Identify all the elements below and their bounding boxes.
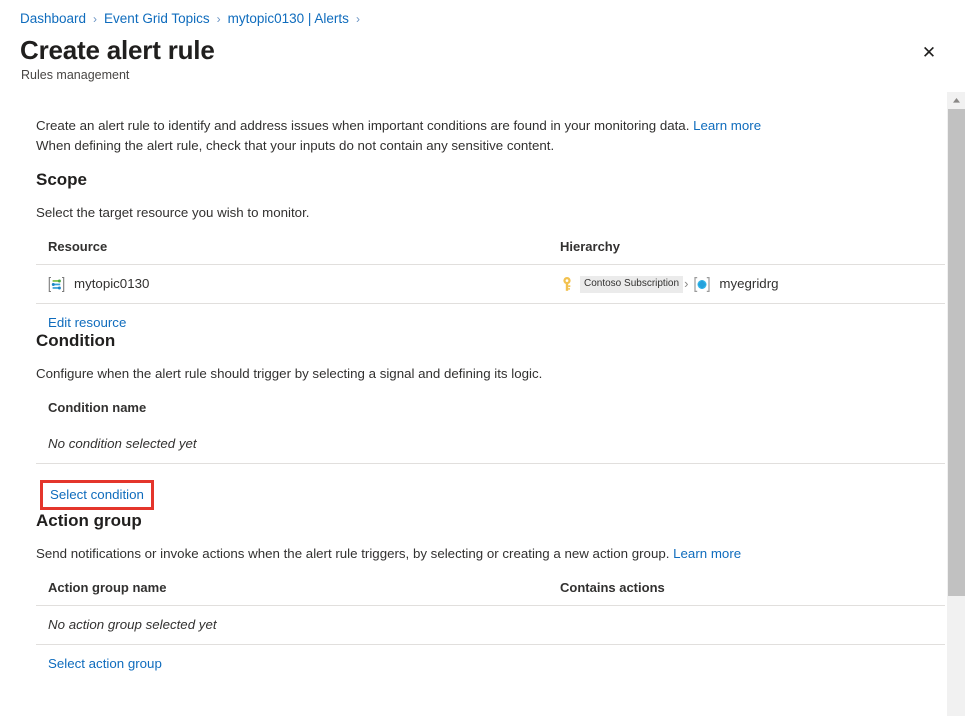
resource-group-name: myegridrg bbox=[719, 274, 778, 294]
action-group-empty-value: No action group selected yet bbox=[48, 617, 217, 632]
scope-hierarchy-cell: Contoso Subscription › myegridrg bbox=[548, 265, 945, 304]
breadcrumb-item-event-grid-topics[interactable]: Event Grid Topics bbox=[104, 10, 210, 28]
scope-resource-cell: mytopic0130 bbox=[36, 265, 548, 304]
subscription-name: Contoso Subscription bbox=[580, 276, 683, 293]
page-title: Create alert rule bbox=[20, 33, 215, 67]
action-group-description-text: Send notifications or invoke actions whe… bbox=[36, 546, 673, 561]
condition-heading: Condition bbox=[36, 330, 945, 352]
scroll-up-arrow-icon[interactable] bbox=[948, 92, 965, 109]
condition-table: Condition name No condition selected yet bbox=[36, 399, 945, 464]
intro-line-2: When defining the alert rule, check that… bbox=[36, 136, 796, 156]
breadcrumb-separator: › bbox=[93, 10, 97, 28]
table-row: No action group selected yet bbox=[36, 606, 945, 645]
action-group-table-header-row: Action group name Contains actions bbox=[36, 579, 945, 606]
condition-empty-value: No condition selected yet bbox=[48, 436, 197, 451]
select-condition-link[interactable]: Select condition bbox=[50, 487, 144, 502]
edit-resource-link[interactable]: Edit resource bbox=[48, 315, 126, 330]
breadcrumb-item-mytopic-alerts[interactable]: mytopic0130 | Alerts bbox=[228, 10, 349, 28]
condition-description: Configure when the alert rule should tri… bbox=[36, 364, 945, 383]
condition-empty-cell: No condition selected yet bbox=[36, 425, 945, 464]
intro-line-1: Create an alert rule to identify and add… bbox=[36, 118, 693, 133]
table-row[interactable]: mytopic0130 bbox=[36, 265, 945, 304]
action-group-empty-cell: No action group selected yet bbox=[36, 606, 548, 645]
action-group-description: Send notifications or invoke actions whe… bbox=[36, 544, 945, 563]
scope-resource-name: mytopic0130 bbox=[74, 274, 149, 294]
breadcrumb-item-dashboard[interactable]: Dashboard bbox=[20, 10, 86, 28]
select-action-group-link[interactable]: Select action group bbox=[48, 656, 162, 671]
action-group-contains-cell bbox=[548, 606, 945, 645]
scope-table-header-row: Resource Hierarchy bbox=[36, 238, 945, 265]
vertical-scrollbar[interactable] bbox=[947, 92, 965, 716]
scrollbar-thumb[interactable] bbox=[948, 109, 965, 596]
action-group-learn-more-link[interactable]: Learn more bbox=[673, 546, 741, 561]
column-header-hierarchy: Hierarchy bbox=[548, 238, 945, 265]
column-header-action-group-name: Action group name bbox=[36, 579, 548, 606]
table-row: No condition selected yet bbox=[36, 425, 945, 464]
main-content: Create an alert rule to identify and add… bbox=[0, 92, 945, 716]
condition-actions: Select condition bbox=[36, 464, 945, 510]
scope-table: Resource Hierarchy bbox=[36, 238, 945, 304]
condition-table-header-row: Condition name bbox=[36, 399, 945, 425]
scope-description: Select the target resource you wish to m… bbox=[36, 203, 945, 222]
action-group-actions: Select action group bbox=[36, 645, 945, 671]
intro-learn-more-link[interactable]: Learn more bbox=[693, 118, 761, 133]
column-header-contains-actions: Contains actions bbox=[548, 579, 945, 606]
action-group-heading: Action group bbox=[36, 510, 945, 532]
hierarchy-separator: › bbox=[684, 274, 688, 294]
breadcrumb-separator: › bbox=[217, 10, 221, 28]
event-grid-topic-icon bbox=[48, 276, 65, 293]
breadcrumb-separator: › bbox=[356, 10, 360, 28]
scope-heading: Scope bbox=[36, 169, 945, 191]
key-icon bbox=[560, 276, 574, 293]
resource-group-icon bbox=[693, 276, 711, 293]
action-group-table: Action group name Contains actions No ac… bbox=[36, 579, 945, 645]
close-icon[interactable]: ✕ bbox=[915, 38, 943, 66]
column-header-resource: Resource bbox=[36, 238, 548, 265]
column-header-condition-name: Condition name bbox=[36, 399, 945, 425]
intro-text: Create an alert rule to identify and add… bbox=[36, 116, 796, 156]
select-condition-highlight: Select condition bbox=[40, 480, 154, 510]
scope-actions: Edit resource bbox=[36, 304, 945, 330]
page-subtitle: Rules management bbox=[21, 67, 129, 83]
breadcrumb: Dashboard › Event Grid Topics › mytopic0… bbox=[20, 10, 367, 28]
